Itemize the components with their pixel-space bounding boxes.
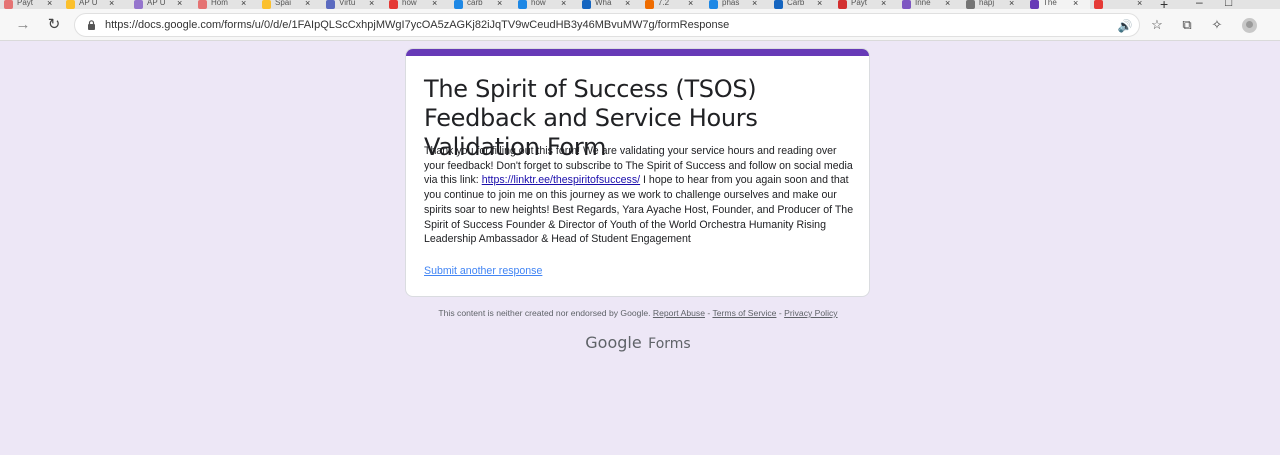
browser-tab[interactable]: Payt × bbox=[4, 0, 64, 9]
tab-favicon-icon bbox=[774, 0, 783, 9]
tab-title: Wha bbox=[595, 0, 612, 7]
favorites-star-icon[interactable]: ☆ bbox=[1149, 17, 1165, 33]
tab-favicon-icon bbox=[582, 0, 591, 9]
tab-title: Hom bbox=[211, 0, 228, 7]
close-tab-icon[interactable]: × bbox=[1073, 0, 1078, 8]
close-tab-icon[interactable]: × bbox=[305, 0, 310, 8]
footer-disclaimer: This content is neither created nor endo… bbox=[438, 308, 838, 318]
extensions-icon[interactable]: ✧ bbox=[1209, 17, 1225, 33]
tab-title: Virtu bbox=[339, 0, 356, 7]
tab-favicon-icon bbox=[709, 0, 718, 9]
tab-favicon-icon bbox=[66, 0, 75, 9]
browser-tab[interactable]: how × bbox=[518, 0, 578, 9]
tab-title: how bbox=[402, 0, 417, 7]
tab-title: 7.2 bbox=[658, 0, 670, 7]
browser-tab[interactable]: Inne × bbox=[902, 0, 962, 9]
tab-favicon-icon bbox=[262, 0, 271, 9]
close-tab-icon[interactable]: × bbox=[817, 0, 822, 8]
tab-title: Carb bbox=[787, 0, 805, 7]
read-aloud-icon[interactable]: 🔊 bbox=[1117, 18, 1133, 34]
close-tab-icon[interactable]: × bbox=[1137, 0, 1142, 8]
form-confirmation-card: The Spirit of Success (TSOS) Feedback an… bbox=[405, 48, 870, 297]
browser-tab[interactable]: AP U × bbox=[134, 0, 194, 9]
close-tab-icon[interactable]: × bbox=[432, 0, 437, 8]
browser-tab[interactable]: Virtu × bbox=[326, 0, 386, 9]
close-tab-icon[interactable]: × bbox=[497, 0, 502, 8]
close-tab-icon[interactable]: × bbox=[369, 0, 374, 8]
browser-tab[interactable]: Wha × bbox=[582, 0, 642, 9]
close-tab-icon[interactable]: × bbox=[625, 0, 630, 8]
tab-title: carb bbox=[467, 0, 483, 7]
close-tab-icon[interactable]: × bbox=[881, 0, 886, 8]
close-tab-icon[interactable]: × bbox=[688, 0, 693, 8]
tab-title: phas bbox=[722, 0, 740, 7]
linktree-link[interactable]: https://linktr.ee/thespiritofsuccess/ bbox=[482, 174, 640, 186]
brand-google: Google bbox=[585, 333, 642, 352]
tab-favicon-icon bbox=[454, 0, 463, 9]
close-tab-icon[interactable]: × bbox=[241, 0, 246, 8]
card-accent-bar bbox=[406, 49, 869, 56]
avatar[interactable] bbox=[1242, 18, 1257, 33]
browser-tab[interactable]: hapj × bbox=[966, 0, 1026, 9]
tab-favicon-icon bbox=[134, 0, 143, 9]
terms-of-service-link[interactable]: Terms of Service bbox=[712, 308, 776, 318]
back-arrow-icon[interactable]: → bbox=[14, 16, 32, 34]
address-bar[interactable]: https://docs.google.com/forms/u/0/d/e/1F… bbox=[74, 13, 1140, 37]
tab-favicon-icon bbox=[838, 0, 847, 9]
tab-favicon-icon bbox=[902, 0, 911, 9]
tab-favicon-icon bbox=[1030, 0, 1039, 9]
tab-favicon-icon bbox=[1094, 0, 1103, 9]
report-abuse-link[interactable]: Report Abuse bbox=[653, 308, 705, 318]
browser-tab[interactable]: carb × bbox=[454, 0, 514, 9]
browser-tab[interactable]: The × bbox=[1030, 0, 1090, 9]
browser-tab[interactable]: Carb × bbox=[774, 0, 834, 9]
tab-favicon-icon bbox=[198, 0, 207, 9]
close-tab-icon[interactable]: × bbox=[1009, 0, 1014, 8]
browser-tab[interactable]: × bbox=[1094, 0, 1154, 9]
google-forms-logo[interactable]: Google Forms bbox=[0, 333, 1276, 353]
url-text: https://docs.google.com/forms/u/0/d/e/1F… bbox=[105, 19, 730, 31]
browser-tab[interactable]: AP U × bbox=[66, 0, 126, 9]
minimize-icon[interactable]: – bbox=[1196, 0, 1203, 9]
submit-another-response-link[interactable]: Submit another response bbox=[424, 265, 542, 277]
tab-favicon-icon bbox=[4, 0, 13, 9]
tab-title: AP U bbox=[79, 0, 98, 7]
browser-tab[interactable]: how × bbox=[389, 0, 449, 9]
confirmation-message: Thank you for filling out this form! We … bbox=[424, 144, 854, 247]
tab-title: AP U bbox=[147, 0, 166, 7]
browser-tab-strip: × The × hapj × Inne × Payt × Carb × phas × 7.2 × Wha × ho… bbox=[0, 0, 1280, 9]
tab-title: hapj bbox=[979, 0, 995, 7]
tab-title: Payt bbox=[17, 0, 34, 7]
tab-favicon-icon bbox=[966, 0, 975, 9]
browser-tab[interactable]: phas × bbox=[709, 0, 769, 9]
tab-title: Inne bbox=[915, 0, 931, 7]
collections-icon[interactable]: ⧉ bbox=[1179, 17, 1195, 33]
tab-title: Spai bbox=[275, 0, 292, 7]
close-tab-icon[interactable]: × bbox=[177, 0, 182, 8]
browser-tab[interactable]: Payt × bbox=[838, 0, 898, 9]
browser-toolbar: → ↻ https://docs.google.com/forms/u/0/d/… bbox=[0, 9, 1280, 41]
close-tab-icon[interactable]: × bbox=[47, 0, 52, 8]
tab-favicon-icon bbox=[389, 0, 398, 9]
tab-favicon-icon bbox=[518, 0, 527, 9]
browser-tab[interactable]: 7.2 × bbox=[645, 0, 705, 9]
tab-favicon-icon bbox=[326, 0, 335, 9]
new-tab-button[interactable]: + bbox=[1160, 0, 1168, 9]
tab-title: The bbox=[1043, 0, 1057, 7]
privacy-policy-link[interactable]: Privacy Policy bbox=[784, 308, 837, 318]
lock-icon bbox=[88, 20, 95, 30]
close-tab-icon[interactable]: × bbox=[109, 0, 114, 8]
browser-tab[interactable]: Hom × bbox=[198, 0, 258, 9]
browser-tab[interactable]: Spai × bbox=[262, 0, 322, 9]
reload-icon[interactable]: ↻ bbox=[45, 16, 63, 34]
close-tab-icon[interactable]: × bbox=[752, 0, 757, 8]
tab-favicon-icon bbox=[645, 0, 654, 9]
tab-title: Payt bbox=[851, 0, 868, 7]
tab-title: how bbox=[531, 0, 546, 7]
disclaimer-text: This content is neither created nor endo… bbox=[438, 308, 651, 318]
brand-forms: Forms bbox=[648, 336, 691, 352]
close-tab-icon[interactable]: × bbox=[945, 0, 950, 8]
close-tab-icon[interactable]: × bbox=[561, 0, 566, 8]
maximize-icon[interactable]: □ bbox=[1225, 0, 1232, 9]
